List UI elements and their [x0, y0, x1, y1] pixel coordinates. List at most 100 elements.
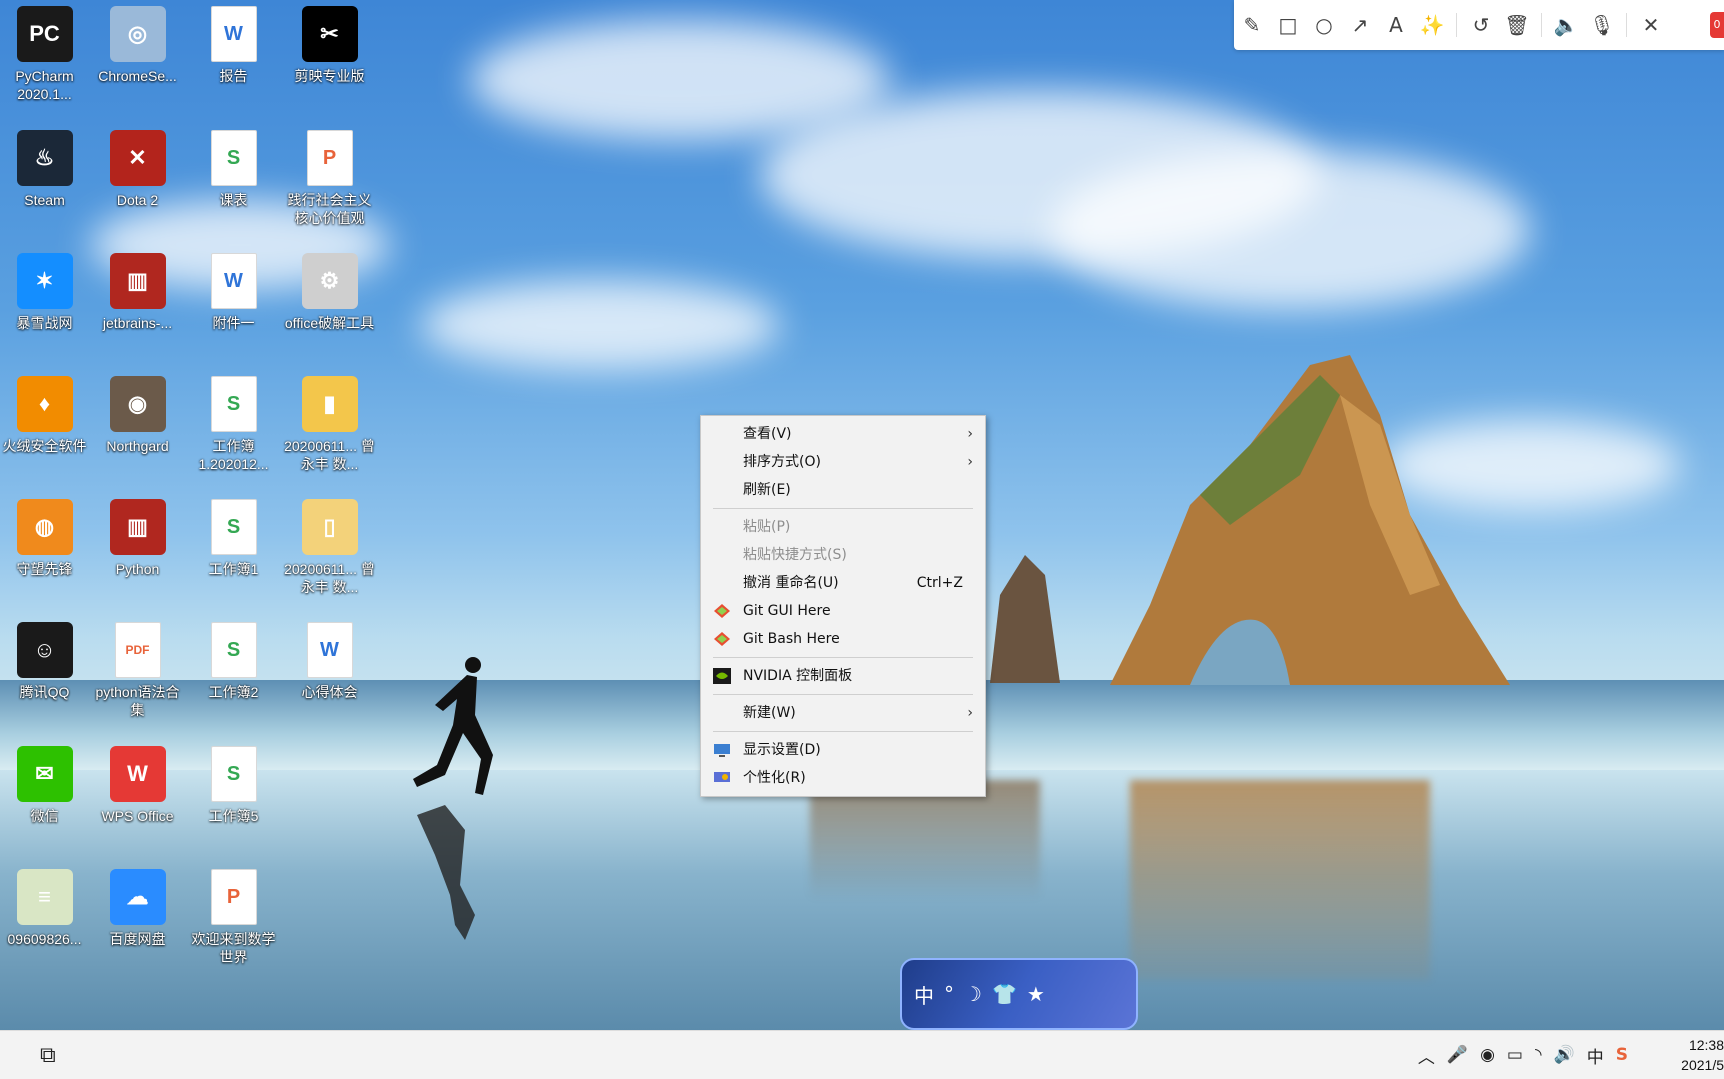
ime-skin-icon[interactable]: 👕	[992, 982, 1017, 1006]
app-icon: ▥	[109, 253, 166, 309]
app-icon: ◎	[109, 6, 166, 62]
app-icon: ✉	[16, 746, 73, 802]
desktop-wallpaper[interactable]: PC PyCharm 2020.1... ◎ ChromeSe... W 报告 ✂ 剪映专业版…	[0, 0, 1724, 1030]
app-icon: ♦	[16, 376, 73, 432]
microphone-icon[interactable]: 🎤	[1447, 1045, 1468, 1065]
wallpaper-runner	[413, 657, 493, 940]
desktop-icon[interactable]: ◉ Northgard	[90, 376, 185, 455]
menu-item-nvidia[interactable]: NVIDIA 控制面板	[701, 662, 985, 690]
desktop-icon-label: WPS Office	[101, 808, 174, 824]
menu-item-git-gui[interactable]: Git GUI Here	[701, 597, 985, 625]
taskbar-clock[interactable]: 12:38 2021/5	[1681, 1035, 1724, 1075]
magic-wand-icon[interactable]: ✨	[1414, 7, 1450, 43]
volume-icon[interactable]: 🔊	[1554, 1045, 1575, 1065]
ime-moon-icon[interactable]: ☽	[964, 982, 982, 1006]
sogou-icon[interactable]: S	[1616, 1045, 1628, 1065]
desktop-icon[interactable]: ◍ 守望先锋	[0, 499, 92, 578]
ime-indicator[interactable]: 中	[1587, 1043, 1604, 1068]
desktop-icon[interactable]: P 欢迎来到数学世界	[186, 869, 281, 966]
desktop-icon[interactable]: ≡ 09609826...	[0, 869, 92, 948]
desktop-icon[interactable]: PDF python语法合集	[90, 622, 185, 719]
desktop-icon[interactable]: ♨ Steam	[0, 130, 92, 209]
desktop-icon[interactable]: W 附件一	[186, 253, 281, 332]
desktop-icon[interactable]: ▯ 20200611... 曾永丰 数...	[282, 499, 377, 596]
app-icon: ☁	[109, 869, 166, 925]
menu-item-new[interactable]: 新建(W) ›	[701, 699, 985, 727]
circle-icon[interactable]: ○	[1306, 7, 1342, 43]
trash-icon[interactable]: 🗑	[1499, 7, 1535, 43]
menu-item-display-settings[interactable]: 显示设置(D)	[701, 736, 985, 764]
desktop-icon-label: 火绒安全软件	[2, 438, 87, 454]
menu-item-undo-rename[interactable]: 撤消 重命名(U) Ctrl+Z	[701, 569, 985, 597]
desktop-icon-label: 百度网盘	[109, 931, 166, 947]
ime-toolbar[interactable]: 中 ° ☽ 👕 ★	[900, 958, 1138, 1030]
desktop-icon-label: PyCharm 2020.1...	[15, 68, 74, 102]
desktop-icon-label: 守望先锋	[16, 561, 73, 577]
desktop-icon[interactable]: ✶ 暴雪战网	[0, 253, 92, 332]
ime-star-icon[interactable]: ★	[1027, 982, 1045, 1006]
microphone-icon[interactable]: 🎙	[1584, 7, 1620, 43]
desktop-icon[interactable]: S 课表	[186, 130, 281, 209]
desktop-icon[interactable]: ⚙ office破解工具	[282, 253, 377, 332]
desktop-icon[interactable]: ◎ ChromeSe...	[90, 6, 185, 85]
ime-language-toggle[interactable]: 中	[914, 980, 934, 1009]
arrow-icon[interactable]: ↗	[1342, 7, 1378, 43]
desktop-icon[interactable]: ☺ 腾讯QQ	[0, 622, 92, 701]
rectangle-icon[interactable]: □	[1270, 7, 1306, 43]
desktop-icon[interactable]: W 心得体会	[282, 622, 377, 701]
app-icon: ♨	[16, 130, 73, 186]
app-icon: ✕	[109, 130, 166, 186]
app-icon: ▮	[301, 376, 358, 432]
menu-separator	[713, 731, 973, 732]
desktop-icon[interactable]: W WPS Office	[90, 746, 185, 825]
record-indicator-badge[interactable]: 0	[1710, 12, 1724, 38]
desktop-icon[interactable]: ▥ jetbrains-...	[90, 253, 185, 332]
desktop-icon[interactable]: ✂ 剪映专业版	[282, 6, 377, 85]
desktop-icon[interactable]: ✉ 微信	[0, 746, 92, 825]
close-icon[interactable]: ✕	[1633, 7, 1669, 43]
desktop-icon[interactable]: S 工作簿1	[186, 499, 281, 578]
desktop-icon[interactable]: PC PyCharm 2020.1...	[0, 6, 92, 103]
menu-item-personalize[interactable]: 个性化(R)	[701, 764, 985, 792]
desktop-icon-label: 工作簿1	[208, 561, 259, 577]
show-hidden-icons-chevron-icon[interactable]: ︿	[1418, 1043, 1435, 1068]
wallpaper-rock-reflection	[810, 780, 1040, 900]
desktop-icon[interactable]: ▮ 20200611... 曾永丰 数...	[282, 376, 377, 473]
task-view-icon[interactable]: ⧉	[40, 1031, 56, 1079]
app-tray-icon[interactable]: ◉	[1480, 1045, 1495, 1065]
undo-icon[interactable]: ↺	[1463, 7, 1499, 43]
app-icon: ≡	[16, 869, 73, 925]
desktop-icon[interactable]: W 报告	[186, 6, 281, 85]
ime-punctuation-icon[interactable]: °	[944, 982, 954, 1006]
menu-item-sort[interactable]: 排序方式(O) ›	[701, 448, 985, 476]
text-icon[interactable]: A	[1378, 7, 1414, 43]
desktop-icon-label: ChromeSe...	[98, 68, 177, 84]
desktop-icon[interactable]: ♦ 火绒安全软件	[0, 376, 92, 455]
desktop-icon[interactable]: S 工作簿5	[186, 746, 281, 825]
desktop-icon[interactable]: P 践行社会主义核心价值观	[282, 130, 377, 227]
pencil-icon[interactable]: ✎	[1234, 7, 1270, 43]
desktop-icon-label: office破解工具	[284, 315, 375, 331]
menu-item-view[interactable]: 查看(V) ›	[701, 420, 985, 448]
screen-annotation-toolbar: ✎ □ ○ ↗ A ✨ ↺ 🗑 🔈 🎙 ✕ 0	[1234, 0, 1724, 50]
speaker-icon[interactable]: 🔈	[1548, 7, 1584, 43]
menu-item-git-bash[interactable]: Git Bash Here	[701, 625, 985, 653]
desktop-icon[interactable]: ☁ 百度网盘	[90, 869, 185, 948]
desktop-icon[interactable]: ✕ Dota 2	[90, 130, 185, 209]
desktop-icon-label: Python	[115, 561, 160, 577]
menu-item-refresh[interactable]: 刷新(E)	[701, 476, 985, 504]
desktop-icon[interactable]: ▥ Python	[90, 499, 185, 578]
desktop-icon-label: 报告	[219, 68, 248, 84]
personalize-icon	[714, 772, 730, 782]
desktop-icon-label: Northgard	[106, 438, 169, 454]
battery-icon[interactable]: ▭	[1507, 1045, 1523, 1065]
desktop-icon-label: 工作簿1.202012...	[198, 438, 269, 472]
app-icon: ▯	[301, 499, 358, 555]
desktop-icon[interactable]: S 工作簿1.202012...	[186, 376, 281, 473]
desktop-icon[interactable]: S 工作簿2	[186, 622, 281, 701]
wifi-icon[interactable]: ◝	[1535, 1045, 1542, 1065]
clock-time: 12:38	[1688, 1037, 1724, 1053]
app-icon: PC	[16, 6, 73, 62]
desktop-icon-label: 工作簿5	[208, 808, 259, 824]
menu-item-label: 个性化(R)	[743, 770, 806, 786]
